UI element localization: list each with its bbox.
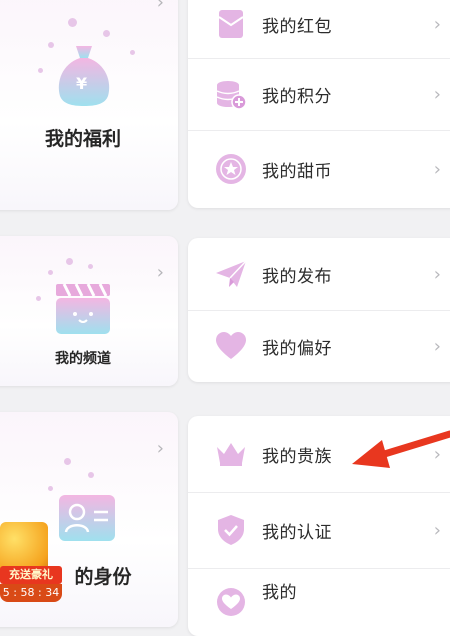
welfare-card[interactable]: › ¥ 我的福利 [0, 0, 178, 210]
sparkle-dot [88, 472, 94, 478]
list-item-points[interactable]: 我的积分 › [188, 58, 450, 131]
gift-popup-label: 充送豪礼 [0, 566, 62, 584]
red-packet-icon [214, 7, 248, 41]
sparkle-dot [103, 30, 110, 37]
list-item-label: 我的贵族 [262, 446, 332, 467]
sparkle-dot [66, 258, 73, 265]
list-item-identity-more[interactable]: 我的 [188, 568, 450, 636]
crown-icon [214, 437, 248, 471]
sparkle-dot [88, 264, 93, 269]
welfare-list: 我的红包 › 我的积分 › 我的甜币 › [188, 0, 450, 208]
list-item-label: 我的 [262, 582, 297, 603]
chevron-right-icon: › [433, 13, 441, 35]
channel-card[interactable]: › 我的频道 [0, 236, 178, 386]
list-item-label: 我的偏好 [262, 338, 332, 359]
sparkle-dot [130, 50, 135, 55]
heart-icon [214, 329, 248, 363]
list-item-verification[interactable]: 我的认证 › [188, 492, 450, 569]
sweet-coin-icon [214, 152, 248, 186]
channel-chevron-icon: › [156, 262, 164, 283]
chevron-right-icon: › [433, 335, 441, 357]
sparkle-dot [48, 270, 53, 275]
chevron-right-icon: › [433, 83, 441, 105]
list-item-label: 我的发布 [262, 266, 332, 287]
id-card-icon [59, 495, 115, 541]
gift-popup[interactable]: 充送豪礼 5 : 58 : 34 [0, 522, 64, 606]
gift-popup-timer: 5 : 58 : 34 [0, 584, 62, 602]
sparkle-dot [38, 68, 43, 73]
list-item-label: 我的认证 [262, 522, 332, 543]
welfare-chevron-icon: › [156, 0, 164, 13]
chevron-right-icon: › [433, 158, 441, 180]
list-item-preference[interactable]: 我的偏好 › [188, 310, 450, 382]
list-item-sweet-coin[interactable]: 我的甜币 › [188, 130, 450, 208]
channel-list: 我的发布 › 我的偏好 › [188, 238, 450, 382]
clapperboard-icon [56, 283, 110, 334]
heart-shield-icon [214, 585, 248, 619]
annotation-arrow [352, 430, 450, 468]
shield-check-icon [214, 513, 248, 547]
paper-plane-icon [214, 257, 248, 291]
list-item-label: 我的甜币 [262, 161, 332, 182]
welfare-title: 我的福利 [44, 128, 121, 150]
list-item-red-packet[interactable]: 我的红包 › [188, 0, 450, 59]
list-item-publish[interactable]: 我的发布 › [188, 238, 450, 311]
channel-title: 我的频道 [55, 351, 111, 367]
sparkle-dot [36, 296, 41, 301]
chevron-right-icon: › [433, 263, 441, 285]
list-item-label: 我的积分 [262, 86, 332, 107]
chevron-right-icon: › [433, 519, 441, 541]
sparkle-dot [68, 18, 77, 27]
sparkle-dot [48, 486, 53, 491]
money-bag-symbol: ¥ [76, 74, 88, 93]
points-icon [214, 77, 248, 111]
list-item-label: 我的红包 [262, 16, 332, 37]
identity-chevron-icon: › [156, 438, 164, 459]
sparkle-dot [64, 458, 71, 465]
